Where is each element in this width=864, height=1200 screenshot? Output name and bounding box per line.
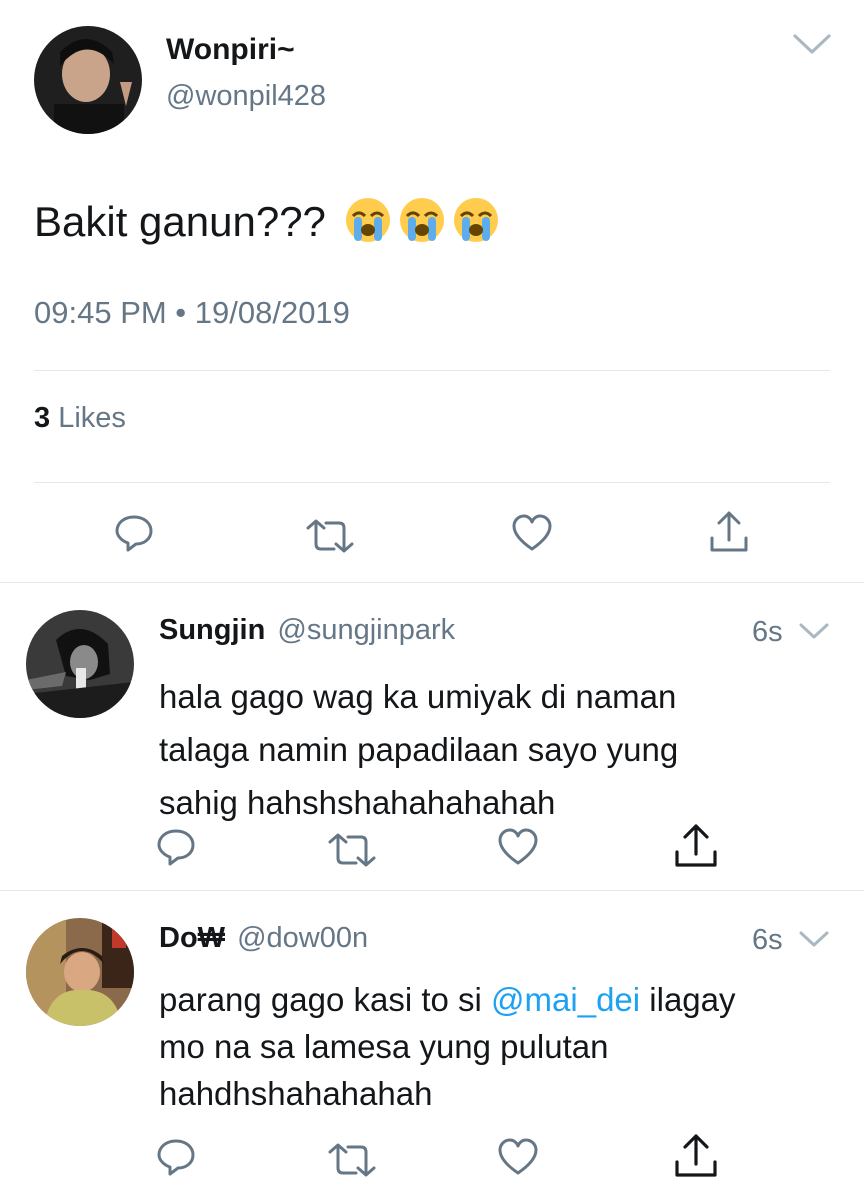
retweet-icon[interactable]	[304, 518, 356, 554]
text-segment: ilagay	[640, 981, 736, 1018]
reply-text-line: hala gago wag ka umiyak di naman	[159, 678, 677, 715]
chevron-down-icon[interactable]	[798, 930, 830, 950]
reply-text-line: mo na sa lamesa yung pulutan	[159, 1028, 609, 1065]
handle[interactable]: @wonpil428	[166, 80, 326, 113]
reply-text-line: talaga namin papadilaan sayo yung	[159, 731, 679, 768]
handle[interactable]: @sungjinpark	[277, 614, 455, 646]
likes-count: 3	[34, 402, 51, 434]
chevron-down-icon[interactable]	[798, 622, 830, 642]
reply-icon[interactable]	[156, 828, 196, 866]
retweet-icon[interactable]	[326, 832, 378, 868]
timestamp[interactable]: 09:45 PM • 19/08/2019	[34, 295, 350, 331]
like-icon[interactable]	[498, 1138, 538, 1176]
share-icon[interactable]	[672, 822, 720, 870]
like-icon[interactable]	[498, 828, 538, 866]
divider	[34, 370, 830, 371]
reply-text: parang gago kasi to si @mai_dei ilagay m…	[159, 976, 736, 1117]
divider	[0, 890, 864, 891]
crying-emoji-icon	[398, 196, 446, 254]
divider	[34, 482, 830, 483]
share-icon[interactable]	[672, 1132, 720, 1180]
reply-text: hala gago wag ka umiyak di naman talaga …	[159, 670, 678, 829]
reply-icon[interactable]	[156, 1138, 196, 1176]
likes-label: Likes	[58, 402, 126, 434]
reply-header: Do₩ @dow00n	[159, 922, 368, 955]
reply-text-line: sahig hahshshahahahahah	[159, 784, 556, 821]
crying-emoji-icon	[452, 196, 500, 254]
display-name[interactable]: Do₩	[159, 922, 225, 954]
reply-header: Sungjin @sungjinpark	[159, 614, 455, 647]
text-segment: parang gago kasi to si	[159, 981, 492, 1018]
avatar[interactable]	[34, 26, 142, 134]
reply-time: 6s	[752, 616, 783, 648]
retweet-icon[interactable]	[326, 1142, 378, 1178]
reply-time: 6s	[752, 924, 783, 956]
tweet-text-body: Bakit ganun???	[34, 198, 326, 246]
display-name[interactable]: Wonpiri~	[166, 33, 295, 67]
handle[interactable]: @dow00n	[237, 922, 368, 954]
avatar[interactable]	[26, 610, 134, 718]
display-name[interactable]: Sungjin	[159, 614, 265, 646]
reply-icon[interactable]	[114, 514, 154, 552]
crying-emoji-icon	[344, 196, 392, 254]
mention-link[interactable]: @mai_dei	[491, 981, 640, 1018]
reply-text-line: hahdhshahahahah	[159, 1075, 433, 1112]
share-icon[interactable]	[708, 510, 750, 554]
divider	[0, 582, 864, 583]
avatar[interactable]	[26, 918, 134, 1026]
tweet-text: Bakit ganun???	[34, 196, 500, 254]
likes-stat[interactable]: 3 Likes	[34, 402, 126, 435]
reply-text-line: parang gago kasi to si @mai_dei ilagay	[159, 976, 736, 1023]
like-icon[interactable]	[512, 514, 552, 552]
chevron-down-icon[interactable]	[791, 32, 833, 56]
